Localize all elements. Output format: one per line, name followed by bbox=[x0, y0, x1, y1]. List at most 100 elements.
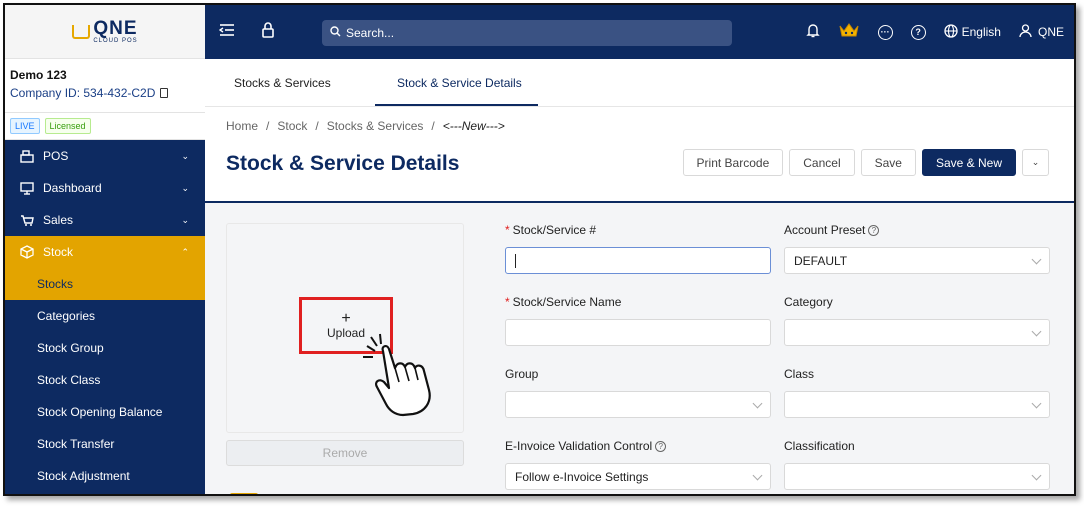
license-badges: LIVE Licensed bbox=[5, 113, 205, 140]
classification-select[interactable] bbox=[784, 463, 1050, 490]
chevron-up-icon: ⌃ bbox=[181, 246, 189, 257]
crown-icon[interactable] bbox=[838, 22, 860, 43]
breadcrumb-current: <---New---> bbox=[442, 119, 505, 133]
sidebar-item-label: Stock bbox=[43, 245, 74, 259]
sidebar-item-dashboard[interactable]: Dashboard ⌄ bbox=[5, 172, 205, 204]
page-title: Stock & Service Details bbox=[226, 152, 460, 175]
bell-icon[interactable] bbox=[805, 23, 820, 41]
pointing-hand-icon bbox=[363, 333, 431, 417]
breadcrumb-home[interactable]: Home bbox=[226, 119, 258, 133]
chevron-down-icon bbox=[752, 470, 763, 481]
dashboard-monitor-icon bbox=[19, 181, 35, 195]
logo-main-text: QNE bbox=[93, 18, 138, 39]
user-icon bbox=[1019, 23, 1032, 41]
save-new-button[interactable]: Save & New bbox=[921, 149, 1016, 176]
class-label: Class bbox=[784, 367, 815, 381]
breadcrumb-stock[interactable]: Stock bbox=[277, 119, 307, 133]
search-box[interactable] bbox=[322, 20, 732, 46]
sidebar-subitem-stock-group[interactable]: Stock Group bbox=[5, 332, 205, 364]
app-logo[interactable]: QNE CLOUD POS bbox=[72, 19, 137, 44]
company-name: Demo 123 bbox=[10, 68, 67, 82]
action-buttons: Print Barcode Cancel Save Save & New ⌄ bbox=[682, 149, 1049, 176]
form-content: + Upload Remove * Stock/Service # Accoun… bbox=[205, 203, 1074, 494]
chevron-down-icon bbox=[1031, 326, 1042, 337]
stock-name-input[interactable] bbox=[505, 319, 771, 346]
menu-collapse-icon[interactable] bbox=[219, 23, 235, 37]
main-area: Stocks & Services Stock & Service Detail… bbox=[205, 59, 1074, 494]
cancel-button[interactable]: Cancel bbox=[789, 149, 855, 176]
category-select[interactable] bbox=[784, 319, 1050, 346]
sidebar-subitem-stock-adjustment[interactable]: Stock Adjustment bbox=[5, 460, 205, 492]
status-indicator bbox=[230, 493, 258, 494]
save-button[interactable]: Save bbox=[860, 149, 916, 176]
tab-stock-service-details[interactable]: Stock & Service Details bbox=[397, 76, 522, 90]
sidebar-subitem-stocks[interactable]: Stocks bbox=[5, 268, 205, 300]
sidebar-item-label: Sales bbox=[43, 213, 74, 227]
sidebar-subitem-categories[interactable]: Categories bbox=[5, 300, 205, 332]
class-field: Class bbox=[784, 367, 1050, 418]
sidebar-item-label: POS bbox=[43, 149, 69, 163]
active-tab-indicator bbox=[375, 104, 538, 106]
chevron-down-icon: ⌄ bbox=[181, 182, 189, 193]
tab-bar: Stocks & Services Stock & Service Detail… bbox=[205, 59, 1074, 107]
more-actions-button[interactable]: ⌄ bbox=[1022, 149, 1049, 176]
breadcrumb-stocks-services[interactable]: Stocks & Services bbox=[327, 119, 424, 133]
einvoice-select[interactable]: Follow e-Invoice Settings bbox=[505, 463, 771, 490]
copy-icon[interactable] bbox=[160, 88, 169, 98]
sidebar-item-label: Dashboard bbox=[43, 181, 102, 195]
group-select[interactable] bbox=[505, 391, 771, 418]
chat-icon[interactable]: ··· bbox=[877, 24, 893, 40]
chevron-down-icon bbox=[1031, 254, 1042, 265]
help-icon[interactable]: ? bbox=[868, 225, 880, 237]
search-icon bbox=[330, 26, 341, 40]
remove-button[interactable]: Remove bbox=[226, 440, 464, 466]
cart-logo-icon bbox=[72, 24, 91, 39]
tab-stocks-services[interactable]: Stocks & Services bbox=[234, 76, 331, 90]
sidebar-subitem-stock-transfer[interactable]: Stock Transfer bbox=[5, 428, 205, 460]
category-field: Category bbox=[784, 295, 1050, 346]
company-id: Company ID: 534-432-C2D bbox=[10, 86, 200, 100]
stock-number-input[interactable] bbox=[505, 247, 771, 274]
user-menu[interactable]: QNE bbox=[1019, 23, 1064, 41]
group-label: Group bbox=[505, 367, 539, 381]
einvoice-label: E-Invoice Validation Control bbox=[505, 439, 653, 453]
stock-name-label: Stock/Service Name bbox=[512, 295, 622, 309]
lock-icon[interactable] bbox=[261, 22, 275, 38]
category-label: Category bbox=[784, 295, 833, 309]
sales-cart-icon bbox=[19, 213, 35, 227]
app-window: QNE CLOUD POS Demo 123 Company ID: 534-4… bbox=[3, 3, 1076, 496]
live-badge: LIVE bbox=[10, 118, 40, 134]
print-barcode-button[interactable]: Print Barcode bbox=[682, 149, 784, 176]
top-bar: ··· ? English QNE bbox=[205, 5, 1074, 59]
company-id-text: Company ID: 534-432-C2D bbox=[10, 86, 156, 100]
chevron-down-icon bbox=[1031, 470, 1042, 481]
account-preset-field: Account Preset? DEFAULT bbox=[784, 223, 1050, 274]
breadcrumb: Home / Stock / Stocks & Services / <---N… bbox=[226, 119, 505, 133]
licensed-badge: Licensed bbox=[44, 118, 91, 134]
language-selector[interactable]: English bbox=[943, 23, 1001, 41]
sidebar-subitem-stock-class[interactable]: Stock Class bbox=[5, 364, 205, 396]
group-field: Group bbox=[505, 367, 771, 418]
sidebar-subitem-stock-opening-balance[interactable]: Stock Opening Balance bbox=[5, 396, 205, 428]
language-label: English bbox=[961, 25, 1001, 39]
stock-name-field: * Stock/Service Name bbox=[505, 295, 771, 346]
sidebar-item-stock[interactable]: Stock ⌃ bbox=[5, 236, 205, 268]
help-icon[interactable]: ? bbox=[655, 441, 667, 453]
einvoice-field: E-Invoice Validation Control? Follow e-I… bbox=[505, 439, 771, 490]
class-select[interactable] bbox=[784, 391, 1050, 418]
chevron-down-icon bbox=[1031, 398, 1042, 409]
account-preset-select[interactable]: DEFAULT bbox=[784, 247, 1050, 274]
search-input[interactable] bbox=[346, 26, 706, 40]
help-icon[interactable]: ? bbox=[910, 24, 926, 40]
plus-icon: + bbox=[341, 309, 351, 327]
company-info: Demo 123 Company ID: 534-432-C2D bbox=[5, 59, 205, 113]
globe-icon bbox=[943, 23, 958, 41]
logo-sub-text: CLOUD POS bbox=[93, 38, 138, 44]
sidebar: QNE CLOUD POS Demo 123 Company ID: 534-4… bbox=[5, 5, 205, 494]
topbar-right: ··· ? English QNE bbox=[805, 5, 1064, 59]
stock-number-label: Stock/Service # bbox=[512, 223, 597, 237]
classification-label: Classification bbox=[784, 439, 855, 453]
stock-number-field: * Stock/Service # bbox=[505, 223, 771, 274]
sidebar-item-sales[interactable]: Sales ⌄ bbox=[5, 204, 205, 236]
sidebar-item-pos[interactable]: POS ⌄ bbox=[5, 140, 205, 172]
